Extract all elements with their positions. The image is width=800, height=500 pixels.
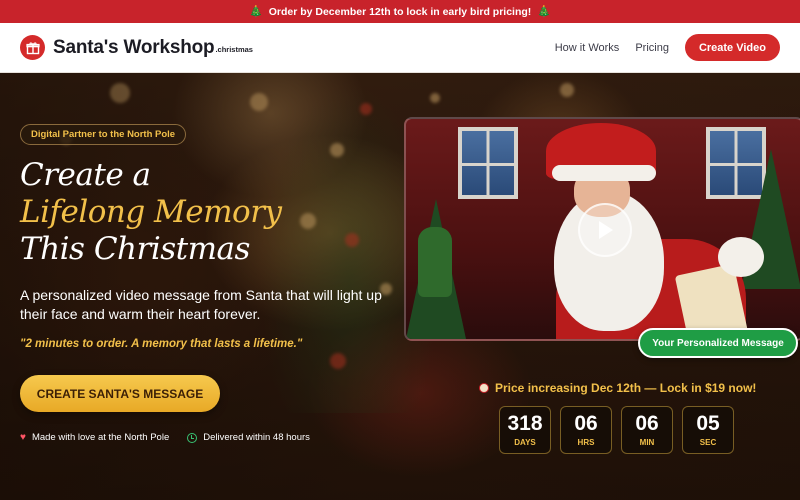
create-video-button[interactable]: Create Video	[684, 34, 780, 61]
headline-line-2: Lifelong Memory	[20, 194, 282, 230]
promo-banner: 🎄 Order by December 12th to lock in earl…	[0, 0, 800, 23]
nav-link-how-it-works[interactable]: How it Works	[555, 42, 620, 54]
brand-name[interactable]: Santa's Workshop	[53, 37, 215, 59]
countdown-label: SEC	[699, 438, 717, 447]
countdown-label: MIN	[639, 438, 655, 447]
countdown-timer: 318 DAYS 06 HRS 06 MIN 05 SEC	[499, 406, 734, 454]
price-increase-text: Price increasing Dec 12th — Lock in $19 …	[495, 381, 757, 395]
play-icon[interactable]	[578, 203, 632, 257]
nav-link-pricing[interactable]: Pricing	[635, 42, 669, 54]
heart-icon: ♥	[20, 432, 26, 443]
trust-item-label: Made with love at the North Pole	[31, 432, 170, 443]
countdown-seconds: 05 SEC	[682, 406, 734, 454]
trust-item-label: Delivered within 48 hours	[203, 432, 310, 443]
hero-quote: "2 minutes to order. A memory that lasts…	[20, 338, 303, 350]
countdown-value: 06	[574, 412, 598, 435]
partner-badge: Digital Partner to the North Pole	[20, 124, 187, 145]
countdown-minutes: 06 MIN	[621, 406, 673, 454]
countdown-value: 318	[507, 412, 543, 435]
gift-icon[interactable]	[20, 35, 45, 60]
alarm-clock-icon	[479, 383, 489, 393]
elf-figure	[418, 227, 452, 297]
top-navigation: Santa's Workshop .christmas How it Works…	[0, 23, 800, 73]
trust-badges: ♥ Made with love at the North Pole Deliv…	[20, 432, 310, 443]
hero-section: Digital Partner to the North Pole Create…	[0, 73, 800, 500]
window	[458, 127, 518, 199]
christmas-tree-icon: 🎄	[537, 6, 551, 18]
santa-hat-trim	[552, 165, 656, 181]
hero-subtext: A personalized video message from Santa …	[20, 287, 382, 322]
price-increase-notice: Price increasing Dec 12th — Lock in $19 …	[479, 381, 756, 395]
nav-links: How it Works Pricing Create Video	[555, 34, 780, 61]
countdown-label: HRS	[577, 438, 595, 447]
trust-item-delivery: Delivered within 48 hours	[187, 432, 310, 443]
brand-domain-suffix: .christmas	[215, 45, 253, 54]
headline-line-3: This Christmas	[20, 231, 250, 267]
countdown-days: 318 DAYS	[499, 406, 551, 454]
trust-item-made-with-love: ♥ Made with love at the North Pole	[20, 432, 169, 443]
santa-glove	[718, 237, 764, 277]
headline-line-1: Create a	[20, 157, 151, 193]
christmas-tree-icon: 🎄	[249, 6, 263, 18]
create-santas-message-button[interactable]: CREATE SANTA'S MESSAGE	[20, 375, 220, 412]
countdown-value: 05	[696, 412, 720, 435]
hero-headline: Create a Lifelong Memory This Christmas	[20, 157, 360, 268]
promo-banner-text: Order by December 12th to lock in early …	[268, 5, 532, 18]
countdown-hours: 06 HRS	[560, 406, 612, 454]
santa-video-preview[interactable]	[404, 117, 800, 341]
countdown-label: DAYS	[514, 438, 536, 447]
personalized-message-badge: Your Personalized Message	[638, 328, 798, 358]
countdown-value: 06	[635, 412, 659, 435]
clock-icon	[187, 432, 198, 443]
